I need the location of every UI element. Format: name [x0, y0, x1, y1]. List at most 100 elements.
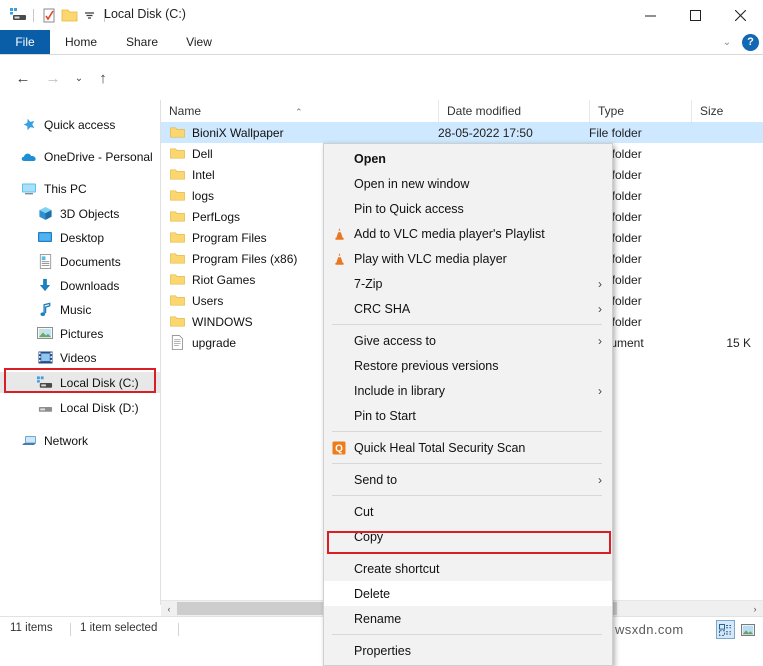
large-icons-view-button[interactable] — [738, 620, 757, 639]
file-name-cell: Riot Games — [169, 272, 255, 287]
quick-heal-icon: Q — [324, 438, 354, 458]
desktop-icon — [36, 229, 54, 247]
menu-item-add-to-vlc-playlist[interactable]: Add to VLC media player's Playlist — [324, 221, 612, 246]
sidebar-item-videos[interactable]: Videos — [0, 347, 160, 368]
ribbon-tab-bar: File Home Share View — [0, 30, 763, 54]
menu-item-delete[interactable]: Delete — [324, 581, 612, 606]
file-name-cell: Users — [169, 293, 223, 308]
ribbon-right-controls: ⌄ ? — [718, 30, 759, 54]
folder-icon — [169, 209, 185, 224]
sidebar-item-this-pc[interactable]: This PC — [0, 178, 160, 199]
status-divider — [70, 623, 71, 636]
sidebar-item-label: Local Disk (C:) — [60, 376, 139, 390]
sidebar-item-documents[interactable]: Documents — [0, 251, 160, 272]
menu-item-copy[interactable]: Copy — [324, 524, 612, 549]
sidebar-item-local-disk-d[interactable]: Local Disk (D:) — [0, 397, 160, 418]
column-header-type[interactable]: Type — [589, 100, 691, 122]
help-button[interactable]: ? — [742, 34, 759, 51]
menu-item-properties[interactable]: Properties — [324, 638, 612, 663]
file-explorer-window: Local Disk (C:) File Home Share View ⌄ ?… — [0, 0, 763, 641]
window-controls — [628, 0, 763, 30]
chevron-down-icon[interactable]: ⌄ — [718, 33, 736, 51]
sidebar-item-onedrive[interactable]: OneDrive - Personal — [0, 146, 160, 167]
menu-item-pin-to-start[interactable]: Pin to Start — [324, 403, 612, 428]
customize-chevron-icon[interactable] — [79, 6, 99, 24]
sidebar-item-label: Network — [44, 434, 88, 448]
table-row[interactable]: BioniX Wallpaper 28-05-2022 17:50 File f… — [161, 122, 763, 143]
scroll-left-arrow[interactable]: ‹ — [161, 601, 177, 616]
sidebar-item-3d-objects[interactable]: 3D Objects — [0, 203, 160, 224]
back-button[interactable]: ← — [12, 67, 34, 89]
menu-item-pin-to-quick-access[interactable]: Pin to Quick access — [324, 196, 612, 221]
sidebar-item-label: Local Disk (D:) — [60, 401, 139, 415]
menu-icon-slot — [324, 299, 354, 319]
chevron-right-icon: › — [598, 473, 602, 487]
sidebar-item-downloads[interactable]: Downloads — [0, 275, 160, 296]
sidebar-item-label: Downloads — [60, 279, 119, 293]
up-button[interactable]: ↑ — [92, 67, 114, 89]
sidebar-item-local-disk-c[interactable]: Local Disk (C:) — [0, 372, 160, 393]
minimize-button[interactable] — [628, 0, 673, 30]
menu-item-7-zip[interactable]: 7-Zip › — [324, 271, 612, 296]
menu-item-quick-heal-scan[interactable]: Q Quick Heal Total Security Scan — [324, 435, 612, 460]
menu-item-include-in-library[interactable]: Include in library › — [324, 378, 612, 403]
column-header-date-modified[interactable]: Date modified — [438, 100, 589, 122]
menu-item-open[interactable]: Open — [324, 146, 612, 171]
menu-item-rename[interactable]: Rename — [324, 606, 612, 631]
details-view-button[interactable] — [716, 620, 735, 639]
sidebar-item-quick-access[interactable]: Quick access — [0, 114, 160, 135]
menu-icon-slot — [324, 641, 354, 661]
scroll-right-arrow[interactable]: › — [747, 601, 763, 616]
menu-item-open-in-new-window[interactable]: Open in new window — [324, 171, 612, 196]
folder-icon — [169, 314, 185, 329]
column-header-size[interactable]: Size — [691, 100, 763, 122]
address-bar: ← → ⌄ ↑ › This PC › Local Disk (C:) › ⌄ … — [0, 55, 763, 100]
sidebar-item-label: Music — [60, 303, 91, 317]
download-arrow-icon — [36, 277, 54, 295]
properties-icon[interactable] — [39, 6, 59, 24]
title-bar: Local Disk (C:) — [0, 0, 763, 30]
sidebar-item-label: 3D Objects — [60, 207, 119, 221]
tab-share[interactable]: Share — [118, 30, 166, 54]
folder-icon — [169, 167, 185, 182]
svg-text:Q: Q — [335, 443, 343, 454]
menu-item-restore-previous-versions[interactable]: Restore previous versions — [324, 353, 612, 378]
menu-icon-slot — [324, 584, 354, 604]
column-header-name[interactable]: Name ⌃ — [161, 100, 438, 122]
folder-icon — [169, 272, 185, 287]
maximize-button[interactable] — [673, 0, 718, 30]
menu-item-create-shortcut[interactable]: Create shortcut — [324, 556, 612, 581]
menu-icon-slot — [324, 381, 354, 401]
menu-separator — [332, 495, 602, 496]
recent-locations-button[interactable]: ⌄ — [68, 67, 90, 89]
sidebar-item-label: Pictures — [60, 327, 103, 341]
tab-home[interactable]: Home — [58, 30, 104, 54]
sidebar-item-network[interactable]: Network — [0, 430, 160, 451]
file-name-cell: logs — [169, 188, 214, 203]
status-item-count: 11 items — [10, 622, 53, 634]
close-button[interactable] — [718, 0, 763, 30]
menu-item-send-to[interactable]: Send to › — [324, 467, 612, 492]
menu-item-give-access-to[interactable]: Give access to › — [324, 328, 612, 353]
quick-access-toolbar — [8, 6, 110, 24]
menu-item-cut[interactable]: Cut — [324, 499, 612, 524]
menu-icon-slot — [324, 356, 354, 376]
video-icon — [36, 349, 54, 367]
view-mode-buttons — [716, 620, 757, 639]
file-name-cell: Program Files (x86) — [169, 251, 297, 266]
sidebar-item-label: Quick access — [44, 118, 115, 132]
tab-file[interactable]: File — [0, 30, 50, 54]
sidebar-item-music[interactable]: Music — [0, 299, 160, 320]
forward-button[interactable]: → — [42, 67, 64, 89]
sidebar-item-pictures[interactable]: Pictures — [0, 323, 160, 344]
new-folder-icon[interactable] — [59, 6, 79, 24]
menu-icon-slot — [324, 149, 354, 169]
column-header-row: Name ⌃ Date modified Type Size — [161, 100, 763, 123]
tab-view[interactable]: View — [178, 30, 220, 54]
menu-item-play-with-vlc[interactable]: Play with VLC media player — [324, 246, 612, 271]
menu-icon-slot — [324, 527, 354, 547]
drive-icon[interactable] — [8, 6, 28, 24]
sidebar-item-desktop[interactable]: Desktop — [0, 227, 160, 248]
navigation-pane: Quick access OneDrive - Personal This PC — [0, 100, 160, 605]
menu-item-crc-sha[interactable]: CRC SHA › — [324, 296, 612, 321]
